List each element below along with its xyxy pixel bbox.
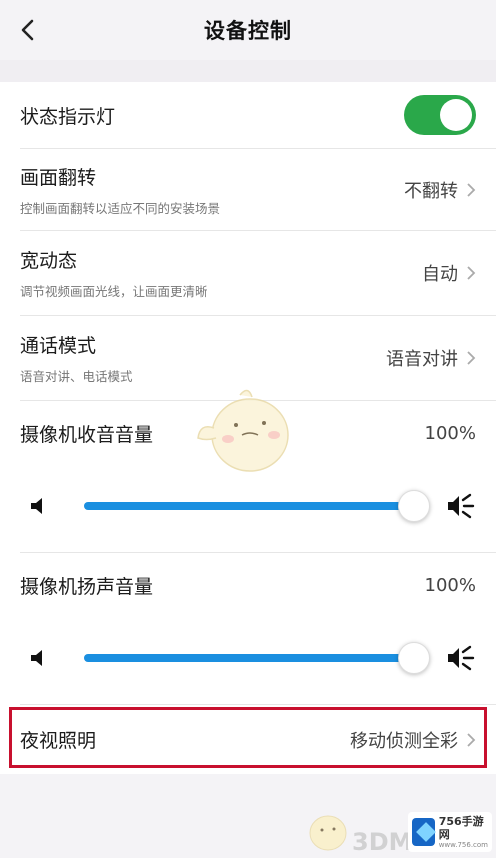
flip-row[interactable]: 画面翻转 控制画面翻转以适应不同的安装场景 不翻转 [0,149,496,230]
volume-low-icon [31,498,42,514]
section-gap [0,60,496,82]
highlight-box [9,707,487,768]
speaker-volume-slider [0,623,496,693]
flip-label: 画面翻转 [20,166,97,189]
chevron-left-icon [21,19,34,41]
mascot-watermark [197,389,289,472]
mic-volume-label: 摄像机收音音量 [20,423,154,446]
mascot-watermark-small [309,815,347,851]
mic-volume-slider [0,471,496,541]
watermark-text: 3DM [352,828,413,856]
call-mode-text: 通话模式 语音对讲、电话模式 [20,331,133,385]
speaker-volume-label: 摄像机扬声音量 [20,575,154,598]
slider-track[interactable] [84,654,414,662]
header-bar: 设备控制 [0,0,496,60]
logo-text-group: 756手游网 www.756.com [439,815,488,849]
logo-icon [412,818,435,846]
back-button[interactable] [12,14,42,46]
flip-value-group: 不翻转 [404,177,476,203]
speaker-volume-row: 摄像机扬声音量 100% [0,553,496,617]
call-mode-label: 通话模式 [20,335,97,357]
flip-value: 不翻转 [404,180,458,202]
wdr-text: 宽动态 调节视频画面光线，让画面更清晰 [20,246,208,300]
chevron-right-icon [467,351,476,365]
speaker-volume-value: 100% [424,574,476,596]
slider-thumb[interactable] [398,642,430,674]
slider-thumb[interactable] [398,490,430,522]
page-title: 设备控制 [204,19,292,43]
wdr-value: 自动 [422,264,458,285]
slider-track[interactable] [84,502,414,510]
volume-low-icon [31,650,42,666]
logo-line2: www.756.com [438,841,488,849]
status-light-label: 状态指示灯 [20,105,116,128]
site-logo: 756手游网 www.756.com [408,812,492,852]
wdr-subtitle: 调节视频画面光线，让画面更清晰 [20,284,208,299]
wdr-value-group: 自动 [422,260,476,286]
call-mode-value: 语音对讲 [386,349,458,370]
flip-text: 画面翻转 控制画面翻转以适应不同的安装场景 [20,163,220,217]
volume-high-icon [448,645,475,671]
call-mode-value-group: 语音对讲 [386,345,476,371]
chevron-right-icon [467,266,476,280]
flip-subtitle: 控制画面翻转以适应不同的安装场景 [20,200,221,216]
mic-volume-value: 100% [424,422,476,444]
logo-line1: 756手游网 [438,815,484,841]
status-light-toggle[interactable] [404,95,476,135]
chevron-right-icon [467,182,476,197]
wdr-row[interactable]: 宽动态 调节视频画面光线，让画面更清晰 自动 [0,231,496,315]
toggle-knob [440,99,472,131]
call-mode-subtitle: 语音对讲、电话模式 [20,369,133,384]
volume-high-icon [448,493,475,519]
status-light-row: 状态指示灯 [0,82,496,148]
wdr-label: 宽动态 [20,250,78,272]
